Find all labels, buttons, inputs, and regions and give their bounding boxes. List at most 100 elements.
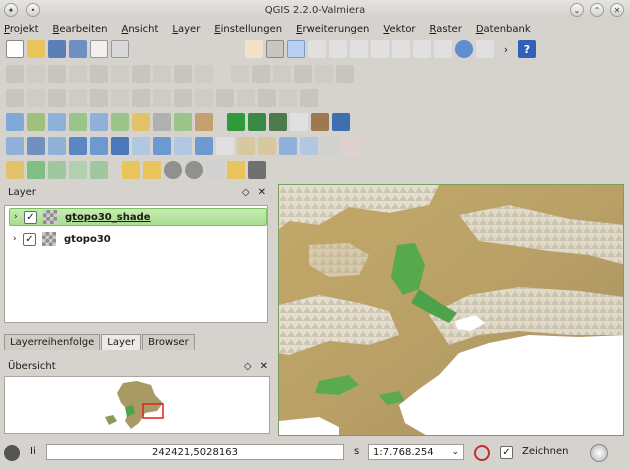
fill-ring-icon[interactable] bbox=[111, 89, 129, 107]
expand-arrow-icon[interactable]: › bbox=[14, 212, 18, 222]
raster-calculator-icon[interactable] bbox=[248, 161, 266, 179]
menu-ansicht[interactable]: Ansicht bbox=[121, 24, 158, 35]
save-as-icon[interactable] bbox=[69, 40, 87, 58]
toggle-editing-icon[interactable] bbox=[27, 65, 45, 83]
measure-icon[interactable] bbox=[153, 137, 171, 155]
map-tips-icon[interactable] bbox=[216, 137, 234, 155]
new-spatialite-icon[interactable] bbox=[27, 137, 45, 155]
add-mssql-layer-icon[interactable] bbox=[90, 113, 108, 131]
add-wcs-layer-icon[interactable] bbox=[153, 113, 171, 131]
add-feature-icon[interactable] bbox=[69, 65, 87, 83]
measure-angle-icon[interactable] bbox=[195, 137, 213, 155]
copy-features-icon[interactable] bbox=[174, 65, 192, 83]
add-postgis-layer-icon[interactable] bbox=[48, 113, 66, 131]
add-oracle-icon[interactable] bbox=[90, 137, 108, 155]
menu-raster[interactable]: Raster bbox=[430, 24, 462, 35]
new-project-icon[interactable] bbox=[6, 40, 24, 58]
form-annotation-icon[interactable] bbox=[300, 137, 318, 155]
open-project-icon[interactable] bbox=[27, 40, 45, 58]
menu-bearbeiten[interactable]: Bearbeiten bbox=[53, 24, 108, 35]
merge-features-icon[interactable] bbox=[258, 89, 276, 107]
move-feature-icon[interactable] bbox=[90, 65, 108, 83]
add-point-icon[interactable] bbox=[27, 161, 45, 179]
current-edits-icon[interactable] bbox=[6, 65, 24, 83]
layer-visibility-checkbox[interactable]: ✓ bbox=[24, 210, 37, 224]
stop-render-icon[interactable] bbox=[474, 445, 490, 461]
add-part-icon[interactable] bbox=[90, 89, 108, 107]
add-vector-layer-icon[interactable] bbox=[6, 113, 24, 131]
app-menu-icon[interactable]: ✦ bbox=[4, 3, 18, 17]
python-console-icon[interactable] bbox=[6, 161, 24, 179]
add-wfs-icon[interactable] bbox=[111, 137, 129, 155]
reshape-icon[interactable] bbox=[174, 89, 192, 107]
rotate-point-icon[interactable] bbox=[300, 89, 318, 107]
messages-icon[interactable] bbox=[4, 445, 20, 461]
maximize-button[interactable]: ⌃ bbox=[590, 3, 604, 17]
delete-selected-icon[interactable] bbox=[132, 65, 150, 83]
add-raster-layer-icon[interactable] bbox=[27, 113, 45, 131]
record-icon[interactable] bbox=[164, 161, 182, 179]
grass-plugin-icon[interactable] bbox=[227, 113, 245, 131]
float-panel-icon[interactable]: ◇ bbox=[244, 361, 252, 372]
delete-part-icon[interactable] bbox=[153, 89, 171, 107]
split-parts-icon[interactable] bbox=[237, 89, 255, 107]
tab-layer-order[interactable]: Layerreihenfolge bbox=[4, 334, 101, 350]
add-gpx-icon[interactable] bbox=[69, 137, 87, 155]
add-csv-icon[interactable] bbox=[48, 137, 66, 155]
expand-arrow-icon[interactable]: › bbox=[13, 234, 17, 244]
crs-status-icon[interactable] bbox=[590, 444, 608, 462]
zoom-layer-icon[interactable] bbox=[392, 40, 410, 58]
tab-layer[interactable]: Layer bbox=[101, 334, 142, 350]
deselect-icon[interactable] bbox=[342, 137, 360, 155]
gps-icon[interactable] bbox=[185, 161, 203, 179]
grid-icon[interactable] bbox=[206, 161, 224, 179]
add-polygon-icon[interactable] bbox=[69, 161, 87, 179]
save-project-icon[interactable] bbox=[48, 40, 66, 58]
add-line-icon[interactable] bbox=[48, 161, 66, 179]
zoom-selection-icon[interactable] bbox=[371, 40, 389, 58]
add-delimited-text-icon[interactable] bbox=[195, 113, 213, 131]
paste-features-icon[interactable] bbox=[195, 65, 213, 83]
new-print-composer-icon[interactable] bbox=[90, 40, 108, 58]
add-wfs-layer-icon[interactable] bbox=[174, 113, 192, 131]
node-tool-icon[interactable] bbox=[111, 65, 129, 83]
offset-curve-icon[interactable] bbox=[195, 89, 213, 107]
help-icon[interactable]: ? bbox=[518, 40, 536, 58]
zoom-last-icon[interactable] bbox=[413, 40, 431, 58]
open-grass-tools-icon[interactable] bbox=[248, 113, 266, 131]
rotate-label-icon[interactable] bbox=[315, 65, 333, 83]
menu-layer[interactable]: Layer bbox=[172, 24, 200, 35]
measure-area-icon[interactable] bbox=[174, 137, 192, 155]
show-bookmarks-icon[interactable] bbox=[258, 137, 276, 155]
database-icon[interactable] bbox=[332, 113, 350, 131]
menu-datenbank[interactable]: Datenbank bbox=[476, 24, 531, 35]
float-panel-icon[interactable]: ◇ bbox=[242, 187, 250, 198]
map-canvas[interactable] bbox=[278, 184, 624, 436]
label-icon[interactable] bbox=[231, 65, 249, 83]
composer-manager-icon[interactable] bbox=[111, 40, 129, 58]
menu-einstellungen[interactable]: Einstellungen bbox=[214, 24, 282, 35]
add-spatialite-layer-icon[interactable] bbox=[69, 113, 87, 131]
heatmap-icon[interactable] bbox=[227, 161, 245, 179]
georeferencer-icon[interactable] bbox=[290, 113, 308, 131]
overview-map[interactable] bbox=[4, 376, 270, 434]
zoom-full-icon[interactable] bbox=[350, 40, 368, 58]
coordinate-toggle-label[interactable]: Ii bbox=[30, 446, 36, 457]
tab-browser[interactable]: Browser bbox=[142, 334, 195, 350]
redo-icon[interactable] bbox=[27, 89, 45, 107]
change-label-icon[interactable] bbox=[336, 65, 354, 83]
add-circle-icon[interactable] bbox=[90, 161, 108, 179]
undo-icon[interactable] bbox=[6, 89, 24, 107]
add-oracle-layer-icon[interactable] bbox=[111, 113, 129, 131]
close-panel-icon[interactable]: ✕ bbox=[258, 187, 266, 198]
save-edits-icon[interactable] bbox=[48, 65, 66, 83]
pan-to-selection-icon[interactable] bbox=[266, 40, 284, 58]
text-annotation-icon[interactable] bbox=[279, 137, 297, 155]
new-bookmark-icon[interactable] bbox=[237, 137, 255, 155]
zoom-in-icon[interactable] bbox=[287, 40, 305, 58]
coordinate-field[interactable]: 242421,5028163 bbox=[46, 444, 344, 460]
delete-ring-icon[interactable] bbox=[132, 89, 150, 107]
add-ring-icon[interactable] bbox=[69, 89, 87, 107]
menu-projekt[interactable]: Projekt bbox=[4, 24, 39, 35]
identify-icon[interactable] bbox=[476, 40, 494, 58]
